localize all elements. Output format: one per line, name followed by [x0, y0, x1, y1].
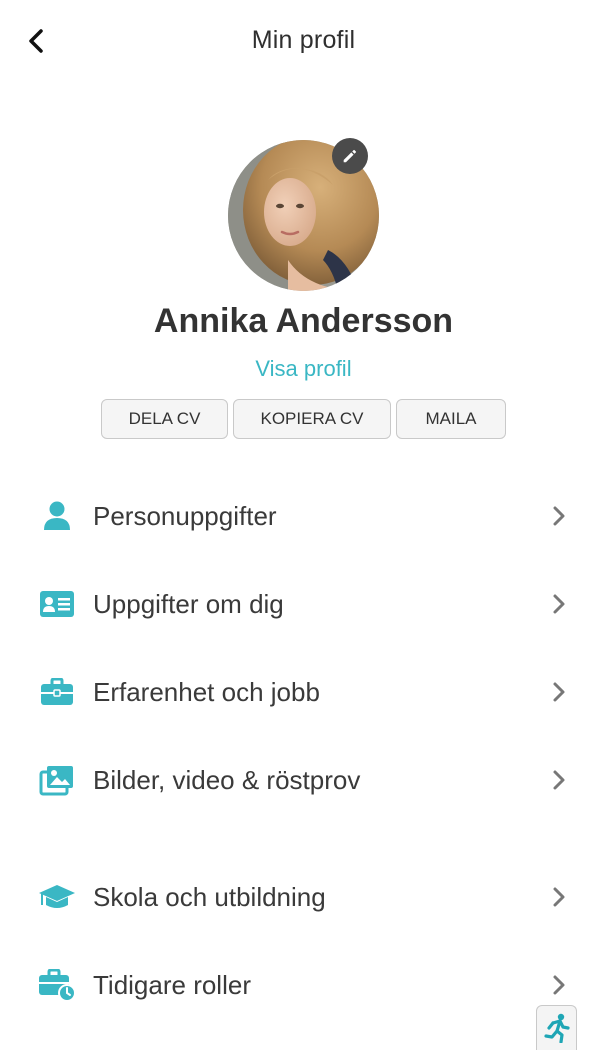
pencil-icon: [343, 149, 357, 163]
menu-item-label: Skola och utbildning: [93, 882, 326, 912]
profile-name: Annika Andersson: [153, 302, 454, 340]
copy-cv-button[interactable]: KOPIERA CV: [233, 399, 391, 439]
chevron-right-icon: [553, 682, 565, 702]
menu-item-uppgifter-om-dig[interactable]: Uppgifter om dig: [0, 569, 607, 639]
briefcase-clock-icon: [38, 966, 76, 1004]
page-title: Min profil: [251, 26, 356, 54]
running-person-button[interactable]: [536, 1005, 577, 1050]
view-profile-link[interactable]: Visa profil: [0, 356, 607, 382]
menu-item-erfarenhet-och-jobb[interactable]: Erfarenhet och jobb: [0, 657, 607, 727]
menu-item-label: Tidigare roller: [93, 970, 251, 1000]
id-card-icon: [38, 585, 76, 623]
person-icon: [38, 497, 76, 535]
menu-item-label: Uppgifter om dig: [93, 589, 284, 619]
top-bar: Min profil: [0, 0, 607, 84]
email-button[interactable]: MAILA: [396, 399, 506, 439]
graduation-cap-icon: [38, 878, 76, 916]
chevron-right-icon: [553, 975, 565, 995]
chevron-right-icon: [553, 594, 565, 614]
briefcase-icon: [38, 673, 76, 711]
chevron-right-icon: [553, 770, 565, 790]
menu-item-bilder-video-rostprov[interactable]: Bilder, video & röstprov: [0, 745, 607, 815]
running-person-icon: [543, 1013, 570, 1043]
share-cv-button[interactable]: DELA CV: [101, 399, 228, 439]
menu-item-label: Personuppgifter: [93, 501, 277, 531]
menu-item-skola-och-utbildning[interactable]: Skola och utbildning: [0, 862, 607, 932]
chevron-right-icon: [553, 506, 565, 526]
images-icon: [38, 761, 76, 799]
chevron-right-icon: [553, 887, 565, 907]
menu-item-personuppgifter[interactable]: Personuppgifter: [0, 481, 607, 551]
menu-item-label: Erfarenhet och jobb: [93, 677, 320, 707]
menu-item-label: Bilder, video & röstprov: [93, 765, 361, 795]
edit-avatar-button[interactable]: [332, 138, 368, 174]
menu-item-tidigare-roller[interactable]: Tidigare roller: [0, 950, 607, 1020]
